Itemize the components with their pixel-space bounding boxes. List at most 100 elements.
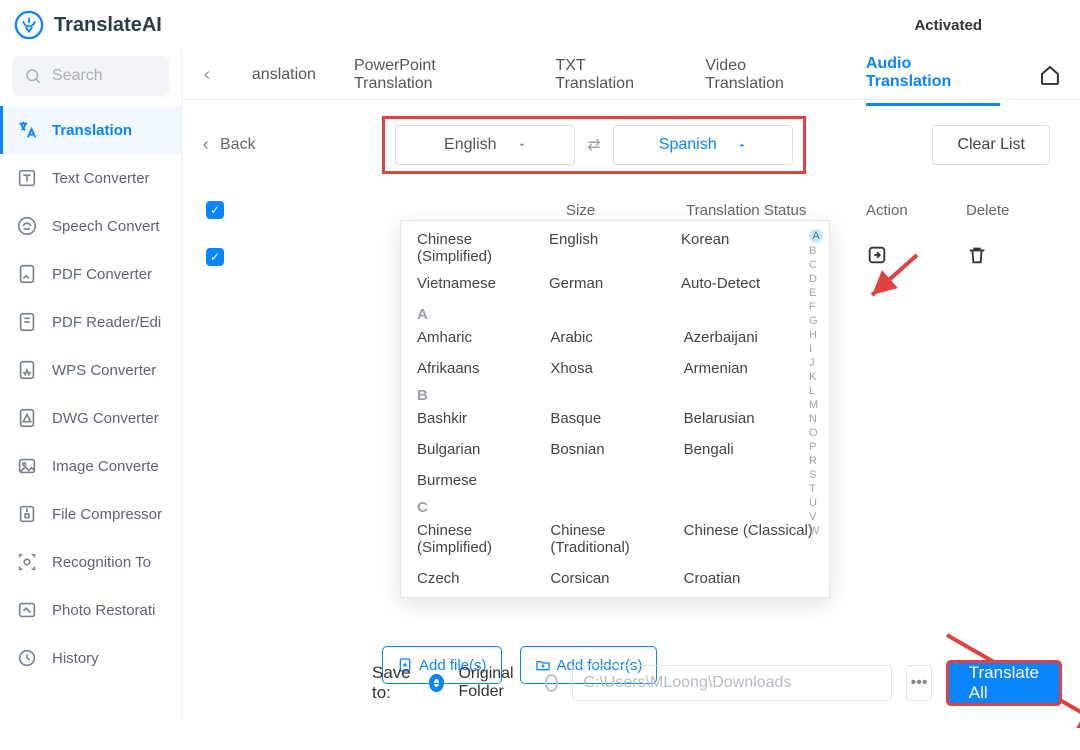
back-label: Back — [220, 136, 256, 154]
lang-option[interactable]: English — [549, 231, 681, 265]
alpha-letter[interactable]: N — [809, 413, 823, 425]
lang-option[interactable]: Bengali — [684, 441, 813, 458]
tab-audio[interactable]: Audio Translation — [866, 43, 1000, 106]
lang-option[interactable]: Armenian — [684, 360, 813, 377]
alpha-letter[interactable]: S — [809, 469, 823, 481]
select-all-checkbox[interactable]: ✓ — [206, 201, 224, 219]
lang-option[interactable]: Vietnamese — [417, 275, 549, 292]
alpha-index[interactable]: ABCDEFGHIJKLMNOPRSTUVW — [809, 229, 823, 537]
sidebar-item-label: File Compressor — [52, 506, 162, 523]
alpha-letter[interactable]: R — [809, 455, 823, 467]
alpha-letter[interactable]: W — [809, 525, 823, 537]
save-to-label: Save to: — [372, 663, 415, 703]
recognition-icon — [16, 551, 38, 573]
col-action: Action — [866, 202, 966, 219]
pdf-reader-icon — [16, 311, 38, 333]
lang-option[interactable]: Burmese — [417, 472, 546, 489]
translate-all-button[interactable]: Translate All — [946, 660, 1062, 706]
radio-original-folder[interactable] — [429, 674, 445, 692]
swap-icon[interactable]: ⇄ — [587, 135, 600, 155]
sidebar-item-text-converter[interactable]: Text Converter — [0, 154, 181, 202]
lang-option[interactable]: Chinese (Simplified) — [417, 231, 549, 265]
alpha-letter[interactable]: B — [809, 245, 823, 257]
sidebar: Search Translation Text Converter Speech… — [0, 50, 182, 720]
source-language-select[interactable]: English — [395, 125, 575, 165]
alpha-letter[interactable]: G — [809, 315, 823, 327]
lang-option[interactable]: Afrikaans — [417, 360, 546, 377]
sidebar-item-file-compressor[interactable]: File Compressor — [0, 490, 181, 538]
alpha-letter[interactable]: H — [809, 329, 823, 341]
sidebar-item-wps-converter[interactable]: WPS Converter — [0, 346, 181, 394]
row-action-button[interactable] — [866, 244, 966, 270]
lang-option[interactable]: German — [549, 275, 681, 292]
home-icon[interactable] — [1038, 63, 1062, 87]
lang-option[interactable]: Arabic — [550, 329, 679, 346]
save-path-input[interactable]: C:\Users\MLoong\Downloads — [572, 665, 892, 701]
language-pair: English ⇄ Spanish — [382, 116, 805, 174]
search-input[interactable]: Search — [12, 56, 169, 96]
sidebar-item-pdf-converter[interactable]: PDF Converter — [0, 250, 181, 298]
tab-truncated[interactable]: anslation — [252, 54, 316, 96]
lang-option[interactable]: Chinese (Classical) — [684, 522, 813, 556]
tab-txt[interactable]: TXT Translation — [555, 45, 667, 105]
lang-option[interactable]: Auto-Detect — [681, 275, 813, 292]
sidebar-item-translation[interactable]: Translation — [0, 106, 181, 154]
lang-option[interactable]: Azerbaijani — [684, 329, 813, 346]
alpha-letter[interactable]: O — [809, 427, 823, 439]
sidebar-item-label: History — [52, 650, 99, 667]
row-checkbox[interactable]: ✓ — [206, 248, 224, 266]
alpha-letter[interactable]: F — [809, 301, 823, 313]
original-folder-label: Original Folder — [458, 665, 530, 701]
target-language-select[interactable]: Spanish — [613, 125, 793, 165]
lang-option[interactable]: Czech — [417, 570, 546, 587]
lang-option[interactable]: Bashkir — [417, 410, 546, 427]
lang-option[interactable]: Bulgarian — [417, 441, 546, 458]
lang-option[interactable]: Chinese (Simplified) — [417, 522, 546, 556]
tab-video[interactable]: Video Translation — [705, 45, 828, 105]
pdf-icon — [16, 263, 38, 285]
sidebar-item-label: Text Converter — [52, 170, 150, 187]
radio-custom-path[interactable] — [545, 674, 559, 692]
lang-option[interactable]: Korean — [681, 231, 813, 265]
sidebar-item-image-converter[interactable]: Image Converte — [0, 442, 181, 490]
lang-option[interactable]: Corsican — [550, 570, 679, 587]
sidebar-item-recognition[interactable]: Recognition To — [0, 538, 181, 586]
sidebar-item-label: PDF Reader/Edi — [52, 314, 161, 331]
alpha-letter[interactable]: E — [809, 287, 823, 299]
alpha-letter[interactable]: C — [809, 259, 823, 271]
alpha-letter[interactable]: T — [809, 483, 823, 495]
chevron-left-icon — [200, 139, 212, 151]
alpha-letter[interactable]: L — [809, 385, 823, 397]
chevron-left-icon[interactable] — [200, 68, 214, 82]
sidebar-item-dwg-converter[interactable]: DWG Converter — [0, 394, 181, 442]
alpha-letter[interactable]: M — [809, 399, 823, 411]
nav: Translation Text Converter Speech Conver… — [0, 106, 181, 682]
tab-powerpoint[interactable]: PowerPoint Translation — [354, 45, 517, 105]
sidebar-item-photo-restore[interactable]: Photo Restorati — [0, 586, 181, 634]
lang-option[interactable]: Xhosa — [550, 360, 679, 377]
clear-list-button[interactable]: Clear List — [932, 125, 1050, 165]
clear-label: Clear List — [957, 136, 1025, 154]
alpha-letter[interactable]: U — [809, 497, 823, 509]
alpha-letter[interactable]: I — [809, 343, 823, 355]
alpha-letter[interactable]: J — [809, 357, 823, 369]
lang-option[interactable]: Chinese (Traditional) — [550, 522, 679, 556]
language-dropdown: Chinese (Simplified) English Korean Viet… — [400, 220, 830, 598]
sidebar-item-pdf-reader[interactable]: PDF Reader/Edi — [0, 298, 181, 346]
sidebar-item-speech-convert[interactable]: Speech Convert — [0, 202, 181, 250]
alpha-letter[interactable]: V — [809, 511, 823, 523]
sidebar-item-label: DWG Converter — [52, 410, 159, 427]
alpha-letter[interactable]: A — [809, 229, 823, 243]
browse-button[interactable]: ••• — [906, 665, 931, 701]
lang-option[interactable]: Belarusian — [684, 410, 813, 427]
alpha-letter[interactable]: P — [809, 441, 823, 453]
row-delete-button[interactable] — [966, 244, 1056, 270]
alpha-letter[interactable]: D — [809, 273, 823, 285]
alpha-letter[interactable]: K — [809, 371, 823, 383]
back-button[interactable]: Back — [200, 136, 256, 154]
lang-option[interactable]: Amharic — [417, 329, 546, 346]
lang-option[interactable]: Basque — [550, 410, 679, 427]
lang-option[interactable]: Croatian — [684, 570, 813, 587]
lang-option[interactable]: Bosnian — [550, 441, 679, 458]
sidebar-item-history[interactable]: History — [0, 634, 181, 682]
